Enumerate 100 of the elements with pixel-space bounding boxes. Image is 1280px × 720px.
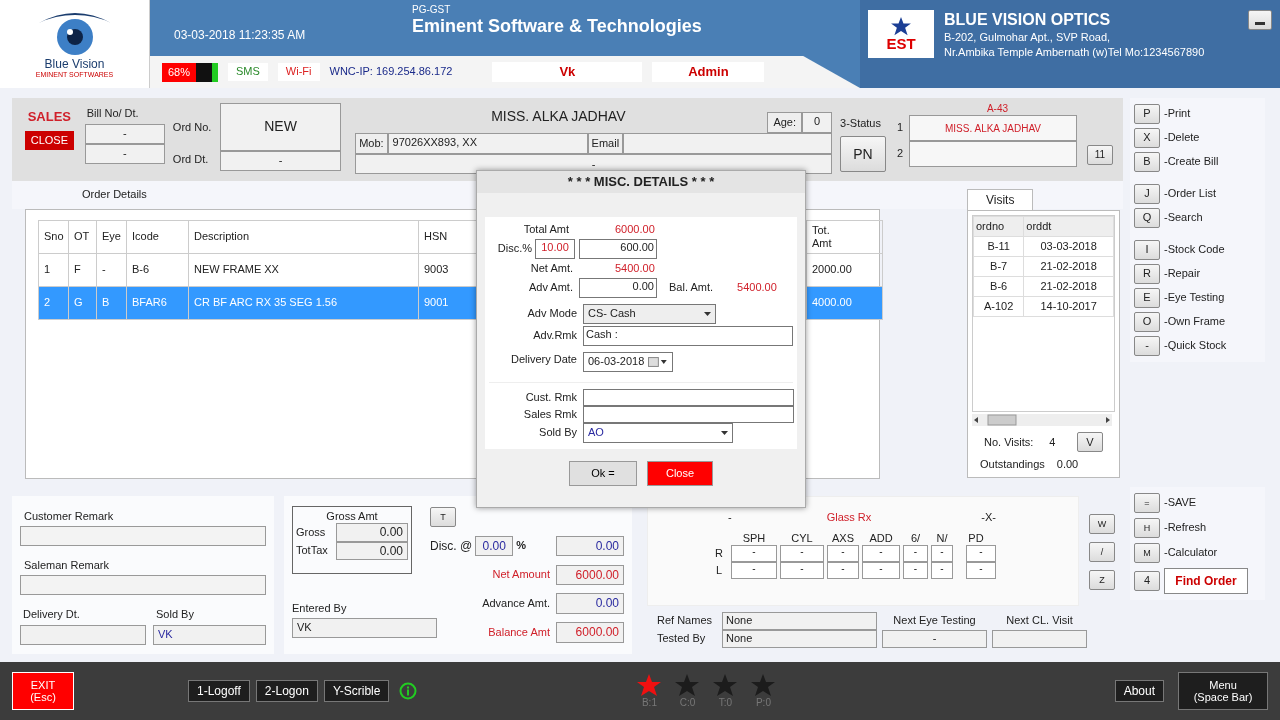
rx-field[interactable]: -	[731, 545, 777, 563]
mob-label: Mob:	[355, 133, 388, 155]
rx-button[interactable]: W	[1089, 514, 1115, 534]
sold-by-select[interactable]: AO	[583, 422, 733, 443]
ref-names-field[interactable]: None	[722, 612, 877, 630]
delivery-date-field[interactable]	[20, 624, 146, 645]
advance-field[interactable]: 0.00	[556, 593, 624, 614]
delivery-date-field[interactable]: 06-03-2018	[583, 351, 673, 372]
count-button[interactable]: 11	[1087, 145, 1113, 165]
shortcut-key[interactable]: Q	[1134, 208, 1160, 228]
rx-button[interactable]: Z	[1089, 570, 1115, 590]
next-eye-field[interactable]: -	[882, 630, 987, 648]
sold-by-field[interactable]: VK	[153, 624, 266, 645]
t-button[interactable]: T	[430, 507, 456, 528]
exit-button[interactable]: EXIT (Esc)	[12, 672, 74, 710]
visits-label: No. Visits:	[984, 435, 1034, 449]
view-button[interactable]: V	[1077, 432, 1103, 453]
mobile-field[interactable]: 97026XX893, XX	[387, 133, 588, 155]
table-cell: -	[102, 263, 106, 276]
about-button[interactable]: About	[1114, 679, 1164, 703]
disc-amount-field[interactable]: 600.00	[579, 238, 657, 259]
rx-field[interactable]: -	[903, 545, 928, 563]
star-icon[interactable]	[637, 673, 662, 697]
rx-field[interactable]: -	[931, 545, 953, 563]
footer-button[interactable]: 1-Logoff	[188, 679, 250, 703]
shortcut-key[interactable]: R	[1134, 264, 1160, 284]
rx-title: Glass Rx	[826, 511, 872, 525]
net-amount-field[interactable]: 6000.00	[556, 564, 624, 585]
star-icon[interactable]	[675, 673, 700, 697]
info-icon[interactable]	[399, 682, 418, 700]
rx-field[interactable]: -	[731, 562, 777, 580]
rx-field[interactable]: -	[966, 562, 996, 580]
visits-tab[interactable]: Visits	[967, 189, 1034, 211]
minimize-button[interactable]	[1248, 10, 1272, 30]
shortcut-key[interactable]: P	[1134, 104, 1160, 124]
footer-button[interactable]: Y-Scrible	[323, 679, 390, 703]
saleman-remark-field[interactable]	[20, 575, 266, 596]
bill-date-field[interactable]: -	[84, 144, 165, 165]
adv-amount-field[interactable]: 0.00	[579, 277, 657, 298]
rx-field[interactable]: -	[827, 545, 859, 563]
close-button[interactable]: CLOSE	[24, 130, 74, 150]
rx-field[interactable]: -	[827, 562, 859, 580]
shortcut-key[interactable]: E	[1134, 288, 1160, 308]
status-button[interactable]: PN	[840, 136, 886, 173]
table-cell: G	[74, 296, 83, 309]
rx-field[interactable]: -	[862, 545, 900, 563]
slot-field[interactable]	[909, 141, 1077, 167]
close-button[interactable]: Close	[647, 460, 713, 486]
shortcut-key[interactable]: -	[1134, 336, 1160, 356]
disc-pct-field[interactable]: 0.00	[475, 535, 514, 557]
bill-no-field[interactable]: -	[84, 124, 165, 145]
shortcut-key[interactable]: 4	[1134, 571, 1160, 591]
adv-remark-field[interactable]: Cash :	[583, 325, 793, 346]
shortcut-key[interactable]: M	[1134, 543, 1160, 563]
rx-field[interactable]: -	[862, 562, 900, 580]
rx-field[interactable]: -	[780, 545, 824, 563]
footer-button[interactable]: 2-Logon	[255, 679, 318, 703]
rx-field[interactable]: -	[966, 545, 996, 563]
shortcut-key[interactable]: O	[1134, 312, 1160, 332]
next-cl-label: Next CL. Visit	[1005, 614, 1074, 628]
cust-remark-field[interactable]	[583, 388, 794, 406]
slot-field[interactable]: MISS. ALKA JADHAV	[909, 115, 1077, 141]
gross-label: Gross	[296, 525, 327, 539]
balance-field[interactable]: 6000.00	[556, 622, 624, 643]
caret-icon[interactable]	[721, 430, 728, 435]
shortcut-key[interactable]: =	[1134, 493, 1160, 513]
customer-remark-field[interactable]	[20, 526, 266, 547]
shortcut-key[interactable]: X	[1134, 128, 1160, 148]
rx-field[interactable]: -	[931, 562, 953, 580]
rx-field[interactable]: -	[780, 562, 824, 580]
tested-by-field[interactable]: None	[722, 630, 877, 648]
disc-label: Disc.%	[497, 242, 532, 256]
email-field[interactable]	[623, 133, 832, 155]
rx-button[interactable]: /	[1089, 542, 1115, 562]
ok-button[interactable]: Ok =	[569, 460, 637, 486]
scrollbar[interactable]	[972, 414, 1112, 427]
next-cl-field[interactable]	[992, 630, 1087, 648]
calendar-icon[interactable]	[648, 356, 668, 367]
star-icon[interactable]	[713, 673, 738, 697]
star-icon[interactable]	[751, 673, 776, 697]
find-order-button[interactable]: Find Order	[1164, 568, 1248, 594]
disc-amount-field[interactable]: 0.00	[556, 535, 624, 557]
gross-field[interactable]: 0.00	[336, 523, 408, 542]
shortcut-key[interactable]: H	[1134, 518, 1160, 538]
shortcut-key[interactable]: B	[1134, 152, 1160, 172]
shortcut-key[interactable]: I	[1134, 240, 1160, 260]
ord-no-field[interactable]: NEW	[219, 103, 342, 151]
remark-label: Customer Remark	[24, 510, 115, 524]
disc-pct-field[interactable]: 10.00	[535, 238, 575, 259]
rx-field[interactable]: -	[903, 562, 928, 580]
entered-by-field[interactable]: VK	[292, 618, 437, 639]
adv-mode-select[interactable]: CS- Cash	[583, 303, 716, 324]
menu-button[interactable]: Menu (Space Bar)	[1178, 672, 1268, 710]
ord-date-field[interactable]: -	[219, 151, 342, 171]
caret-icon[interactable]	[704, 311, 711, 316]
battery-label: 68%	[168, 65, 191, 79]
age-field[interactable]: 0	[802, 111, 832, 133]
shortcut-key[interactable]: J	[1134, 184, 1160, 204]
table-cell: 1	[44, 263, 51, 276]
eye-label: L	[714, 564, 724, 578]
